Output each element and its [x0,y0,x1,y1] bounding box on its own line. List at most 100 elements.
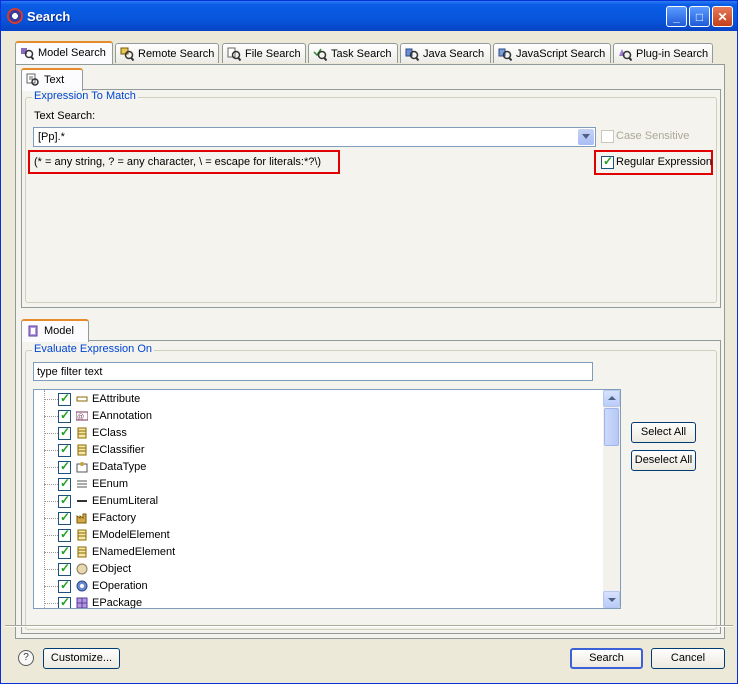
tree-connector [44,569,58,570]
model-tab-page: Evaluate Expression On type filter text … [21,340,721,634]
select-all-button[interactable]: Select All [631,422,696,443]
remote-search-icon [120,47,134,61]
tab-label: Text [44,74,65,86]
tree-item-checkbox[interactable] [58,408,71,423]
tab-plugin-search[interactable]: Plug-in Search [613,43,713,63]
cancel-button[interactable]: Cancel [651,648,725,669]
attribute-icon [76,396,88,402]
tree-item-label: ENamedElement [92,546,176,558]
tab-remote-search[interactable]: Remote Search [115,43,219,63]
evaluate-group: Evaluate Expression On type filter text … [25,343,717,630]
tree-item-eclass[interactable]: EClass [34,425,604,442]
tab-model-search[interactable]: Model Search [15,41,113,64]
vertical-scrollbar[interactable] [603,390,620,608]
enum-icon [77,480,87,488]
tree-item-label: EModelElement [92,529,170,541]
tree-item-eoperation[interactable]: EOperation [34,578,604,595]
case-sensitive-label: Case Sensitive [616,130,690,142]
tab-java-search[interactable]: Java Search [400,43,491,63]
tab-text[interactable]: Text [21,68,83,91]
tree-item-edatatype[interactable]: EDataType [34,459,604,476]
operation-icon [76,580,88,592]
maximize-button[interactable]: □ [689,6,710,27]
task-search-icon [313,48,327,61]
deselect-all-button[interactable]: Deselect All [631,450,696,471]
tree-item-label: EEnumLiteral [92,495,159,507]
named-element-icon [77,546,87,558]
tab-task-search[interactable]: Task Search [308,43,398,63]
tree-connector [44,586,58,587]
tree-item-efactory[interactable]: EFactory [34,510,604,527]
scroll-up-button[interactable] [603,390,620,407]
tree-item-label: EFactory [92,512,137,524]
tab-model[interactable]: Model [21,319,89,342]
enum-literal-icon [77,500,87,502]
tree-item-label: EClassifier [92,444,145,456]
tree-item-eobject[interactable]: EObject [34,561,604,578]
tab-file-search[interactable]: File Search [222,43,306,63]
tree-item-label: EAnnotation [92,410,152,422]
tree-item-checkbox[interactable] [58,442,71,457]
tab-javascript-search[interactable]: JavaScript Search [493,43,611,63]
tree-item-checkbox[interactable] [58,476,71,491]
tree-item-label: EClass [92,427,127,439]
title-bar[interactable]: Search _ □ ✕ [1,1,737,31]
tree-item-checkbox[interactable] [58,459,71,474]
tree-item-emodelelement[interactable]: EModelElement [34,527,604,544]
search-button[interactable]: Search [570,648,643,669]
expression-group: Expression To Match Text Search: [Pp].* … [25,90,717,303]
tree-item-eclassifier[interactable]: EClassifier [34,442,604,459]
chevron-down-icon[interactable] [578,129,594,145]
tree-item-checkbox[interactable] [58,391,71,406]
tree-connector [44,603,58,604]
scroll-thumb[interactable] [604,408,619,446]
scroll-down-button[interactable] [603,591,620,608]
tree-item-eenumliteral[interactable]: EEnumLiteral [34,493,604,510]
element-type-tree[interactable]: EAttribute @ EAnnotation EClass EClassifier E… [33,389,621,609]
tree-item-eannotation[interactable]: @ EAnnotation [34,408,604,425]
close-button[interactable]: ✕ [712,6,733,27]
tree-connector [44,535,58,536]
tree-item-checkbox[interactable] [58,493,71,508]
tree-item-enamedelement[interactable]: ENamedElement [34,544,604,561]
minimize-button[interactable]: _ [666,6,687,27]
tree-item-checkbox[interactable] [58,595,71,608]
tree-item-label: EAttribute [92,393,141,405]
tree-item-checkbox[interactable] [58,425,71,440]
tree-connector [44,552,58,553]
tree-item-checkbox[interactable] [58,527,71,542]
tab-label: Plug-in Search [636,48,709,60]
classifier-icon [77,444,87,456]
window-title: Search [27,9,71,24]
tab-label: Model [44,325,74,337]
factory-icon [76,513,87,524]
regular-expression-checkbox[interactable] [601,154,614,169]
case-sensitive-checkbox[interactable] [601,130,614,143]
tree-item-epackage[interactable]: EPackage [34,595,604,609]
tree-item-checkbox[interactable] [58,561,71,576]
file-search-icon [227,47,241,61]
tree-item-label: EPackage [92,597,143,609]
filter-input[interactable]: type filter text [33,362,593,381]
tree-connector [44,450,58,451]
class-icon [77,427,87,439]
help-icon[interactable]: ? [18,650,34,666]
evaluate-group-title: Evaluate Expression On [32,343,155,355]
plugin-search-icon [619,49,632,61]
tab-label: Java Search [423,48,485,60]
text-search-combo[interactable]: [Pp].* [33,127,596,147]
annotation-icon: @ [76,411,88,421]
model-icon [28,325,38,337]
tree-item-checkbox[interactable] [58,510,71,525]
tree-item-eattribute[interactable]: EAttribute [34,391,604,408]
tree-connector [44,518,58,519]
tree-connector [44,399,58,400]
tree-connector [44,484,58,485]
tree-item-eenum[interactable]: EEnum [34,476,604,493]
tree-item-label: EEnum [92,478,129,490]
tree-item-checkbox[interactable] [58,578,71,593]
model-element-icon [77,529,87,541]
tree-connector [44,467,58,468]
tree-item-checkbox[interactable] [58,544,71,559]
customize-button[interactable]: Customize... [43,648,120,669]
